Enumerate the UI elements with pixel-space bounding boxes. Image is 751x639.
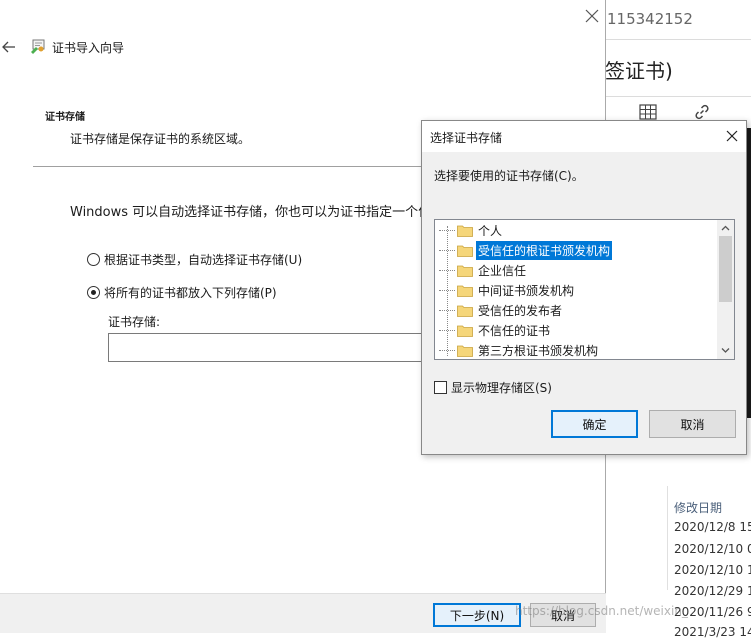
checkbox[interactable] [434, 381, 447, 394]
date-row: 2020/12/10 0 [674, 542, 751, 556]
wizard-title: 证书导入向导 [52, 41, 125, 55]
tree-item-label: 中间证书颁发机构 [478, 283, 575, 298]
scroll-down-arrow-icon[interactable] [719, 344, 732, 357]
select-certificate-store-dialog: 选择证书存储 选择要使用的证书存储(C)。 个人 受信任的根证书颁发机构 企业信… [421, 120, 747, 455]
dialog-cancel-button[interactable]: 取消 [649, 410, 736, 438]
date-row: 2020/12/8 15 [674, 520, 751, 534]
tree-item-label: 企业信任 [478, 263, 527, 278]
tree-scrollbar[interactable] [717, 220, 734, 359]
radio-label: 根据证书类型，自动选择证书存储(U) [104, 252, 303, 267]
radio-button-selected[interactable] [87, 285, 100, 299]
close-icon[interactable] [584, 8, 600, 24]
divider [605, 39, 751, 40]
divider [605, 96, 751, 97]
back-arrow-icon[interactable] [2, 40, 16, 54]
folder-icon [457, 225, 473, 237]
tree-item-untrusted[interactable]: 不信任的证书 [439, 320, 552, 340]
modified-date-column-header[interactable]: 修改日期 [674, 499, 722, 516]
tree-item-label-selected: 受信任的根证书颁发机构 [476, 240, 613, 260]
column-divider [667, 486, 668, 590]
section-heading: 证书存储 [45, 112, 85, 123]
checkbox-label: 显示物理存储区(S) [451, 381, 552, 395]
intro-text: Windows 可以自动选择证书存储，你也可以为证书指定一个位置。 [70, 205, 458, 220]
dialog-title: 选择证书存储 [430, 131, 503, 145]
background-heading: 签证书) [605, 59, 673, 83]
certificate-store-label: 证书存储: [108, 315, 161, 329]
date-row: 2020/12/10 1 [674, 563, 751, 577]
tree-item-label: 不信任的证书 [478, 323, 551, 338]
next-button[interactable]: 下一步(N) [433, 603, 521, 627]
folder-icon [457, 325, 473, 337]
tree-item-label: 受信任的发布者 [478, 303, 563, 318]
watermark-text: https://blog.csdn.net/weixin_ [515, 604, 688, 618]
tree-item-enterprise-trust[interactable]: 企业信任 [439, 260, 528, 280]
tree-item-personal[interactable]: 个人 [439, 220, 504, 240]
tree-item-trusted-root[interactable]: 受信任的根证书颁发机构 [439, 240, 613, 260]
tree-item-third-party-root[interactable]: 第三方根证书颁发机构 [439, 340, 600, 360]
folder-icon [457, 345, 473, 357]
folder-icon [457, 285, 473, 297]
place-in-store-radio[interactable]: 将所有的证书都放入下列存储(P) [87, 284, 277, 300]
tree-item-label: 第三方根证书颁发机构 [478, 343, 599, 358]
scroll-up-arrow-icon[interactable] [719, 222, 732, 235]
radio-label: 将所有的证书都放入下列存储(P) [104, 285, 277, 300]
date-row: 2021/3/23 14 [674, 625, 751, 639]
certificate-store-tree[interactable]: 个人 受信任的根证书颁发机构 企业信任 中间证书颁发机构 受信任的发布者 不信任… [434, 219, 735, 360]
show-physical-stores-checkbox[interactable]: 显示物理存储区(S) [434, 379, 552, 396]
folder-icon [457, 305, 473, 317]
link-icon[interactable] [693, 103, 711, 121]
background-title-number: 115342152 [607, 10, 693, 28]
ok-button[interactable]: 确定 [551, 410, 638, 438]
folder-icon [457, 245, 473, 257]
dialog-prompt: 选择要使用的证书存储(C)。 [434, 169, 584, 183]
tree-item-intermediate-ca[interactable]: 中间证书颁发机构 [439, 280, 576, 300]
folder-icon [457, 265, 473, 277]
scrollbar-thumb[interactable] [719, 236, 732, 302]
auto-select-store-radio[interactable]: 根据证书类型，自动选择证书存储(U) [87, 251, 302, 267]
tree-item-trusted-publishers[interactable]: 受信任的发布者 [439, 300, 564, 320]
certificate-icon [31, 39, 45, 54]
date-row: 2020/12/29 1 [674, 584, 751, 598]
table-icon[interactable] [639, 104, 657, 120]
radio-button[interactable] [87, 252, 100, 266]
tree-item-label: 个人 [478, 223, 503, 238]
section-description: 证书存储是保存证书的系统区域。 [70, 132, 251, 146]
close-icon[interactable] [725, 129, 739, 143]
